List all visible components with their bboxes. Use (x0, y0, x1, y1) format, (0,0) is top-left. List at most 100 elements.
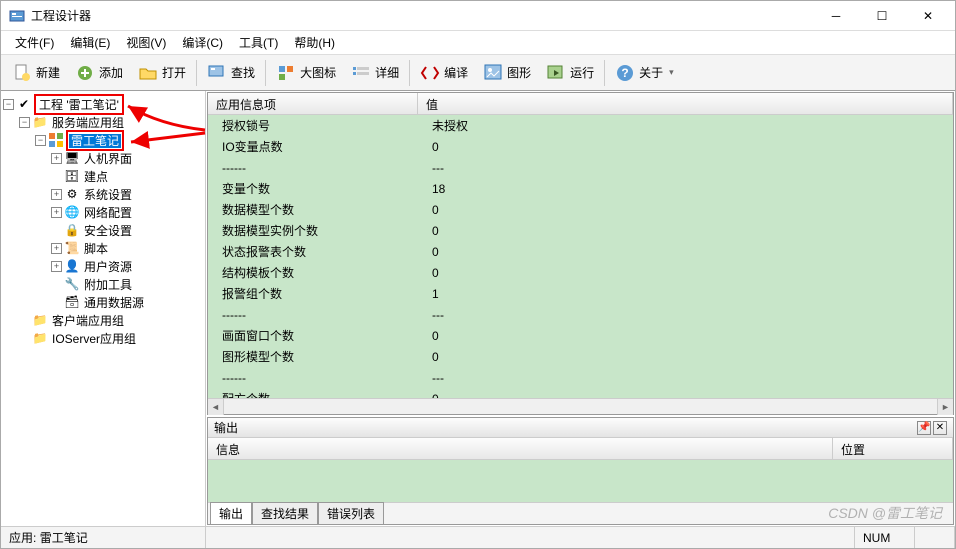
settings-icon: ⚙ (64, 186, 80, 202)
find-button[interactable]: 查找 (200, 58, 262, 88)
expander-icon[interactable]: + (51, 189, 62, 200)
detail-button[interactable]: 详细 (344, 58, 406, 88)
output-header: 信息 位置 (208, 438, 953, 460)
cell-key: 变量个数 (208, 180, 418, 197)
grid-row[interactable]: 数据模型实例个数0 (208, 220, 953, 241)
bigicon-button[interactable]: 大图标 (269, 58, 343, 88)
cell-value: 0 (418, 245, 953, 259)
grid-row[interactable]: 变量个数18 (208, 178, 953, 199)
col-item[interactable]: 应用信息项 (208, 93, 418, 114)
expander-icon[interactable]: + (51, 207, 62, 218)
tree-client-group[interactable]: 客户端应用组 (50, 312, 126, 329)
separator (409, 60, 410, 86)
run-button[interactable]: 运行 (539, 58, 601, 88)
grid-row[interactable]: --------- (208, 304, 953, 325)
output-title-bar: 输出 📌 ✕ (208, 418, 953, 438)
tree-security[interactable]: 安全设置 (82, 222, 134, 239)
open-button[interactable]: 打开 (131, 58, 193, 88)
tree-hmi[interactable]: 人机界面 (82, 150, 134, 167)
col-pos[interactable]: 位置 (833, 438, 953, 459)
tree-script[interactable]: 脚本 (82, 240, 110, 257)
info-grid: 应用信息项 值 授权锁号未授权IO变量点数0---------变量个数18数据模… (207, 92, 954, 415)
col-value[interactable]: 值 (418, 93, 953, 114)
grid-row[interactable]: IO变量点数0 (208, 136, 953, 157)
cell-value: 0 (418, 224, 953, 238)
grid-row[interactable]: 授权锁号未授权 (208, 115, 953, 136)
grid-row[interactable]: 结构模板个数0 (208, 262, 953, 283)
grid-row[interactable]: --------- (208, 157, 953, 178)
grid-row[interactable]: --------- (208, 367, 953, 388)
cell-value: 18 (418, 182, 953, 196)
close-panel-icon[interactable]: ✕ (933, 421, 947, 435)
status-num: NUM (855, 527, 915, 548)
cell-key: IO变量点数 (208, 138, 418, 155)
status-bar: 应用: 雷工笔记 NUM (1, 526, 955, 548)
new-icon (12, 63, 32, 83)
folder-icon: 📁 (32, 312, 48, 328)
script-icon: 📜 (64, 240, 80, 256)
tree-tags[interactable]: 建点 (82, 168, 110, 185)
menu-file[interactable]: 文件(F) (7, 32, 62, 53)
tree-sysset[interactable]: 系统设置 (82, 186, 134, 203)
compile-button[interactable]: 编译 (413, 58, 475, 88)
grid-row[interactable]: 数据模型个数0 (208, 199, 953, 220)
scroll-right-icon[interactable]: ► (937, 399, 953, 415)
compile-icon (420, 63, 440, 83)
tree-addtool[interactable]: 附加工具 (82, 276, 134, 293)
cell-key: 报警组个数 (208, 285, 418, 302)
col-info[interactable]: 信息 (208, 438, 833, 459)
check-icon: ✔ (16, 96, 32, 112)
cell-value: 0 (418, 140, 953, 154)
tree-netcfg[interactable]: 网络配置 (82, 204, 134, 221)
tree-datasrc[interactable]: 通用数据源 (82, 294, 146, 311)
grid-row[interactable]: 画面窗口个数0 (208, 325, 953, 346)
output-tabs: 输出 查找结果 错误列表 (208, 502, 953, 524)
run-icon (546, 63, 566, 83)
cell-key: 图形模型个数 (208, 348, 418, 365)
scroll-left-icon[interactable]: ◄ (208, 399, 224, 415)
horizontal-scrollbar[interactable]: ◄ ► (208, 398, 953, 414)
graphic-button[interactable]: 图形 (476, 58, 538, 88)
project-tree[interactable]: −✔工程 '雷工笔记' −📁服务端应用组 −雷工笔记 +🖥人机界面 🗄建点 +⚙… (1, 91, 206, 526)
menu-edit[interactable]: 编辑(E) (62, 32, 118, 53)
title-bar: 工程设计器 ─ ☐ ✕ (1, 1, 955, 31)
find-icon (207, 63, 227, 83)
cell-value: 0 (418, 350, 953, 364)
about-button[interactable]: ?关于▾ (608, 58, 681, 88)
menu-view[interactable]: 视图(V) (118, 32, 174, 53)
expander-icon[interactable]: − (3, 99, 14, 110)
new-button[interactable]: 新建 (5, 58, 67, 88)
tree-userres[interactable]: 用户资源 (82, 258, 134, 275)
tree-ioserver-group[interactable]: IOServer应用组 (50, 330, 138, 347)
expander-icon[interactable]: + (51, 153, 62, 164)
expander-icon[interactable]: − (19, 117, 30, 128)
minimize-button[interactable]: ─ (813, 2, 859, 30)
maximize-button[interactable]: ☐ (859, 2, 905, 30)
expander-icon[interactable]: + (51, 243, 62, 254)
close-button[interactable]: ✕ (905, 2, 951, 30)
menu-help[interactable]: 帮助(H) (286, 32, 343, 53)
add-button[interactable]: 添加 (68, 58, 130, 88)
grid-row[interactable]: 状态报警表个数0 (208, 241, 953, 262)
separator (604, 60, 605, 86)
expander-icon[interactable]: − (35, 135, 46, 146)
output-body[interactable] (208, 460, 953, 502)
menu-compile[interactable]: 编译(C) (174, 32, 231, 53)
tab-output[interactable]: 输出 (210, 502, 252, 524)
status-app: 应用: 雷工笔记 (1, 527, 206, 548)
open-icon (138, 63, 158, 83)
cell-value: 0 (418, 329, 953, 343)
menu-tool[interactable]: 工具(T) (231, 32, 286, 53)
grid-row[interactable]: 配方个数0 (208, 388, 953, 398)
cell-value: 0 (418, 266, 953, 280)
grid-body[interactable]: 授权锁号未授权IO变量点数0---------变量个数18数据模型个数0数据模型… (208, 115, 953, 398)
pin-icon[interactable]: 📌 (917, 421, 931, 435)
tree-project-selected[interactable]: 雷工笔记 (69, 134, 121, 148)
tree-root[interactable]: 工程 '雷工笔记' (37, 98, 121, 112)
tree-server-group[interactable]: 服务端应用组 (50, 114, 126, 131)
expander-icon[interactable]: + (51, 261, 62, 272)
grid-row[interactable]: 图形模型个数0 (208, 346, 953, 367)
tab-find[interactable]: 查找结果 (252, 502, 318, 524)
grid-row[interactable]: 报警组个数1 (208, 283, 953, 304)
tab-error[interactable]: 错误列表 (318, 502, 384, 524)
